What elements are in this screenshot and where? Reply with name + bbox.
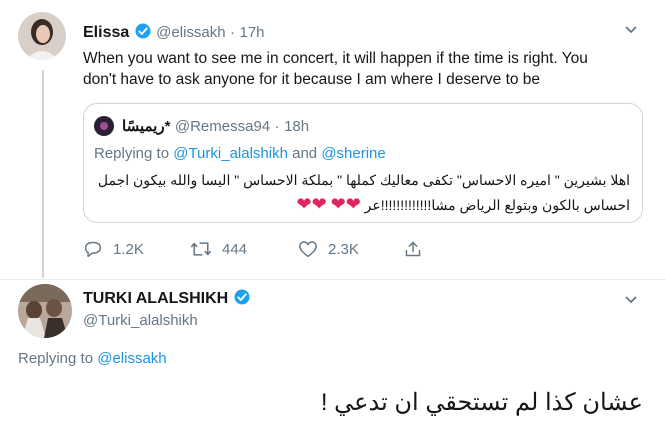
author-name[interactable]: Elissa	[83, 24, 129, 41]
reply-icon	[84, 241, 102, 258]
divider	[0, 279, 665, 280]
dot-separator: ·	[274, 118, 280, 135]
reply-count: 1.2K	[113, 240, 144, 258]
tweet2-text: عشان كذا لم تستحقي ان تدعي !	[320, 389, 643, 416]
author-name[interactable]: TURKI ALALSHIKH	[83, 290, 228, 307]
heart-icon	[299, 241, 317, 258]
author-handle[interactable]: @Turki_alalshikh	[83, 312, 198, 329]
retweet-count: 444	[222, 240, 248, 258]
quote-text-line: اهلا بشيرين " اميره الاحساس" تكفى معاليك…	[97, 172, 630, 188]
share-icon	[405, 241, 421, 257]
retweet-action[interactable]: 444	[190, 240, 247, 258]
author-handle[interactable]: @elissakh	[156, 24, 225, 41]
tweet2-replying-to: Replying to @elissakh	[18, 350, 167, 367]
quote-time: 18h	[284, 118, 310, 135]
elissa-avatar[interactable]	[18, 12, 66, 60]
quote-handle: @Remessa94	[174, 118, 271, 135]
like-action[interactable]: 2.3K	[298, 240, 359, 258]
hearts-group: ❤❤ ❤❤	[296, 194, 361, 214]
tweet1-header: Elissa @elissakh · 17h	[83, 22, 265, 42]
remessa-avatar	[94, 116, 114, 136]
chevron-down-icon[interactable]	[624, 292, 638, 310]
mention-link[interactable]: @Turki_alalshikh	[173, 145, 288, 162]
quote-replying-to: Replying to @Turki_alalshikh and @sherin…	[94, 145, 386, 162]
chevron-down-icon[interactable]	[624, 22, 638, 40]
tweet1-text: When you want to see me in concert, it w…	[83, 48, 588, 90]
quoted-tweet[interactable]: ريميسًا* @Remessa94 · 18h Replying to @T…	[83, 103, 643, 223]
heart-emoji-icon: ❤	[296, 194, 312, 214]
like-count: 2.3K	[328, 240, 359, 258]
replying-prefix: Replying to	[94, 145, 170, 162]
replying-prefix: Replying to	[18, 350, 94, 367]
thread-connector	[42, 70, 44, 278]
turki-avatar[interactable]	[18, 284, 72, 338]
reply-action[interactable]: 1.2K	[83, 240, 144, 258]
mention-link[interactable]: @elissakh	[97, 350, 166, 367]
quote-author-name: ريميسًا*	[122, 118, 171, 135]
heart-emoji-icon: ❤	[345, 194, 361, 214]
tweet-time[interactable]: 17h	[240, 24, 265, 41]
verified-badge-icon	[135, 23, 151, 39]
share-action[interactable]	[404, 240, 422, 258]
tweet-text-line: When you want to see me in concert, it w…	[83, 50, 588, 67]
retweet-icon	[190, 242, 212, 256]
heart-emoji-icon: ❤	[330, 194, 346, 214]
quote-header: ريميسًا* @Remessa94 · 18h	[122, 117, 309, 136]
tweet-text-line: don't have to ask anyone for it because …	[83, 71, 541, 88]
heart-emoji-icon: ❤	[311, 194, 327, 214]
dot-separator: ·	[230, 24, 236, 41]
replying-and: and	[292, 145, 318, 162]
tweet2-header: TURKI ALALSHIKH	[83, 288, 251, 308]
verified-badge-icon	[234, 289, 250, 305]
mention-link[interactable]: @sherine	[321, 145, 385, 162]
quote-text: احساس بالكون وبتولع الرياض مشا!!!!!!!!!!…	[364, 197, 630, 213]
quote-text-line2: احساس بالكون وبتولع الرياض مشا!!!!!!!!!!…	[90, 194, 630, 215]
